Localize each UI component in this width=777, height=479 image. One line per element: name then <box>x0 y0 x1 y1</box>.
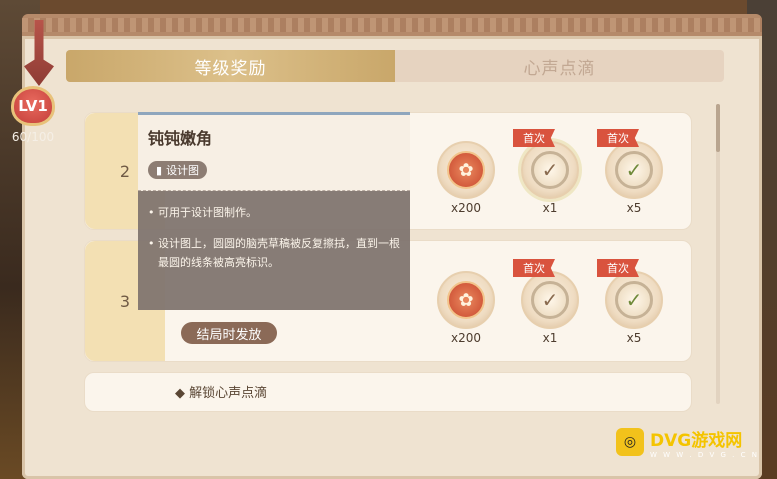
first-time-tag: 首次 <box>597 129 639 147</box>
level-label: LV1 <box>18 97 48 115</box>
reward-item[interactable]: 首次 ✓ x5 <box>597 129 669 215</box>
tooltip-line: 设计图上，圆圆的脑壳草稿被反复擦拭，直到一根最圆的线条被高亮标识。 <box>148 234 400 272</box>
unlock-text: 解锁心声点滴 <box>189 386 268 401</box>
watermark-brand: DVG游戏网 <box>650 430 743 451</box>
tab-bar: 等级奖励 心声点滴 <box>66 50 724 82</box>
tooltip-header: 钝钝嫩角 ▮ 设计图 <box>138 115 410 191</box>
scrollbar-thumb[interactable] <box>716 104 720 152</box>
gamepad-icon: ◎ <box>616 428 644 456</box>
reward-item[interactable]: ✿ x200 <box>431 271 501 345</box>
reward-circle: ✿ <box>437 271 495 329</box>
reward-circle: ✓ <box>605 141 663 199</box>
reward-circle: ✿ <box>437 141 495 199</box>
watermark-text: DVG游戏网 W W W . D V G . C N <box>650 426 759 459</box>
tooltip-type-tag: ▮ 设计图 <box>148 161 208 179</box>
tab-heart-voices[interactable]: 心声点滴 <box>395 50 724 82</box>
tooltip-line: 可用于设计图制作。 <box>148 203 400 222</box>
check-badge-icon: ✓ <box>531 281 569 319</box>
reward-item[interactable]: 首次 ✓ x5 <box>597 259 669 345</box>
reward-circle: ✓ <box>521 271 579 329</box>
reward-items: ✿ x200 首次 ✓ x1 首次 ✓ x5 <box>431 129 669 215</box>
end-tag: 结局时发放 <box>181 322 277 344</box>
reward-items: ✿ x200 首次 ✓ x1 首次 ✓ x5 <box>431 259 669 345</box>
reward-count: x200 <box>450 331 481 345</box>
tooltip-type-label: 设计图 <box>166 164 200 177</box>
level-progress: 60/100 <box>11 130 55 144</box>
fox-token-icon: ✿ <box>447 281 485 319</box>
reward-item[interactable]: ✿ x200 <box>431 141 501 215</box>
reward-row: ◆ 解锁心声点滴 <box>84 372 692 412</box>
unlock-label: ◆ 解锁心声点滴 <box>175 386 268 401</box>
item-tooltip: 钝钝嫩角 ▮ 设计图 可用于设计图制作。 设计图上，圆圆的脑壳草稿被反复擦拭，直… <box>138 112 410 310</box>
fox-token-icon: ✿ <box>447 151 485 189</box>
tooltip-title: 钝钝嫩角 <box>148 129 213 148</box>
panel-border-pattern <box>22 18 762 32</box>
watermark: ◎ DVG游戏网 W W W . D V G . C N <box>616 422 771 462</box>
leaf-badge-icon: ✓ <box>615 151 653 189</box>
check-badge-icon: ✓ <box>531 151 569 189</box>
reward-count: x1 <box>542 201 558 215</box>
heart-icon: LV1 <box>11 86 55 126</box>
design-icon: ▮ <box>156 163 163 177</box>
reward-circle: ✓ <box>605 271 663 329</box>
leaf-badge-icon: ✓ <box>615 281 653 319</box>
tab-level-rewards[interactable]: 等级奖励 <box>66 50 395 82</box>
first-time-tag: 首次 <box>513 259 555 277</box>
reward-count: x1 <box>542 331 558 345</box>
reward-item[interactable]: 首次 ✓ x1 <box>513 259 585 345</box>
tooltip-body: 可用于设计图制作。 设计图上，圆圆的脑壳草稿被反复擦拭，直到一根最圆的线条被高亮… <box>138 191 410 296</box>
watermark-sub: W W W . D V G . C N <box>650 450 759 459</box>
reward-count: x200 <box>450 201 481 215</box>
reward-circle: ✓ <box>521 141 579 199</box>
reward-count: x5 <box>626 331 642 345</box>
level-badge: LV1 60/100 <box>6 86 60 148</box>
reward-count: x5 <box>626 201 642 215</box>
first-time-tag: 首次 <box>597 259 639 277</box>
reward-item[interactable]: 首次 ✓ x1 <box>513 129 585 215</box>
first-time-tag: 首次 <box>513 129 555 147</box>
